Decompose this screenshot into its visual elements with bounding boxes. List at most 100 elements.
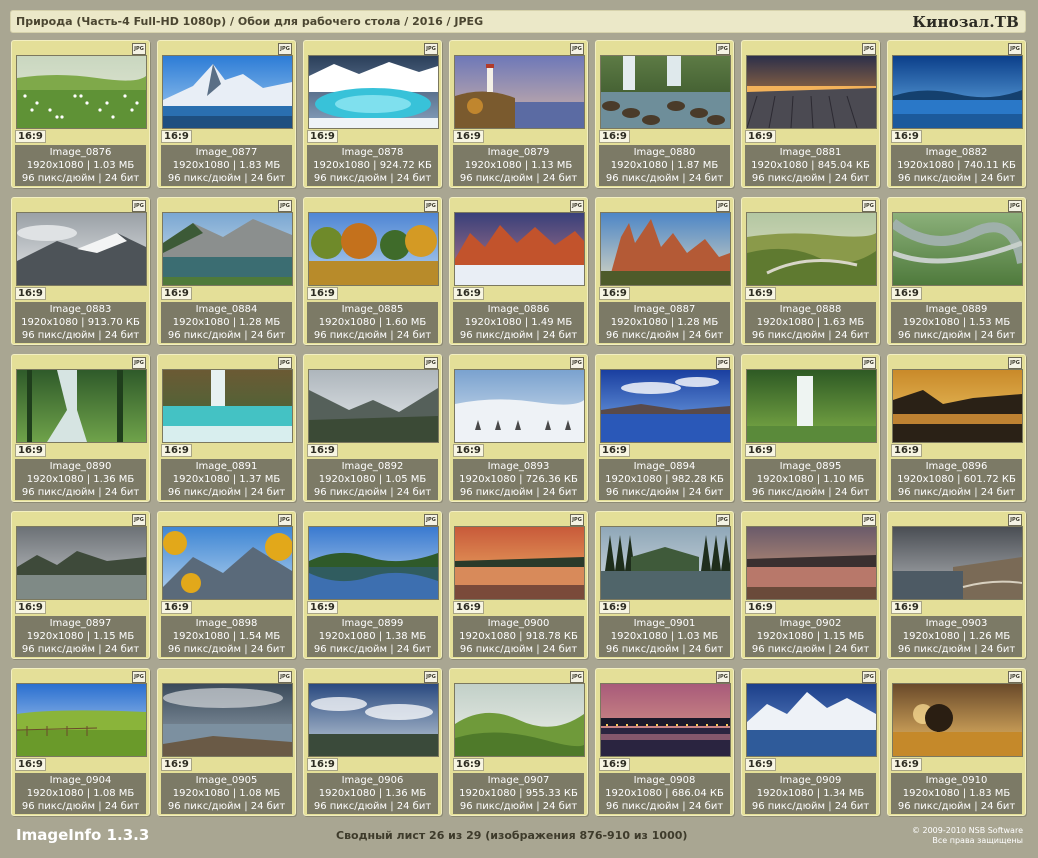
thumbnail-frame[interactable] — [308, 55, 439, 129]
thumbnail-frame[interactable] — [600, 526, 731, 600]
image-tile[interactable]: JPG 16:9 Image_0901 1920x1080 | 1.03 МБ … — [595, 511, 734, 659]
image-tile[interactable]: JPG 16:9 Image_0895 1920x1080 | 1.10 МБ … — [741, 354, 880, 502]
image-tile[interactable]: JPG 16:9 Image_0880 1920x1080 | 1.87 МБ … — [595, 40, 734, 188]
image-resolution-depth: 96 пикс/дюйм | 24 бит — [751, 644, 870, 655]
image-resolution-depth: 96 пикс/дюйм | 24 бит — [167, 330, 286, 341]
image-tile[interactable]: JPG 16:9 Image_0881 1920x1080 | 845.04 К… — [741, 40, 880, 188]
aspect-ratio-badge: 16:9 — [599, 287, 630, 300]
image-tile[interactable]: JPG 16:9 Image_0906 1920x1080 | 1.36 МБ … — [303, 668, 442, 816]
thumbnail-frame[interactable] — [16, 683, 147, 757]
thumbnail-frame[interactable] — [600, 212, 731, 286]
thumbnail-frame[interactable] — [746, 55, 877, 129]
image-tile[interactable]: JPG 16:9 Image_0903 1920x1080 | 1.26 МБ … — [887, 511, 1026, 659]
image-dimensions-size: 1920x1080 | 1.05 МБ — [318, 474, 427, 485]
thumbnail-frame[interactable] — [308, 526, 439, 600]
thumbnail-frame[interactable] — [16, 55, 147, 129]
image-tile[interactable]: JPG 16:9 Image_0908 1920x1080 | 686.04 К… — [595, 668, 734, 816]
image-tile[interactable]: JPG 16:9 Image_0892 1920x1080 | 1.05 МБ … — [303, 354, 442, 502]
thumbnail-frame[interactable] — [892, 212, 1023, 286]
image-resolution-depth: 96 пикс/дюйм | 24 бит — [897, 801, 1016, 812]
thumbnail-frame[interactable] — [162, 55, 293, 129]
image-tile[interactable]: JPG 16:9 Image_0902 1920x1080 | 1.15 МБ … — [741, 511, 880, 659]
image-resolution-depth: 96 пикс/дюйм | 24 бит — [897, 173, 1016, 184]
thumbnail-frame[interactable] — [600, 683, 731, 757]
thumbnail-image — [163, 56, 292, 128]
thumbnail-frame[interactable] — [454, 55, 585, 129]
thumbnail-image — [163, 684, 292, 756]
thumbnail-frame[interactable] — [162, 369, 293, 443]
image-tile[interactable]: JPG 16:9 Image_0898 1920x1080 | 1.54 МБ … — [157, 511, 296, 659]
aspect-ratio-badge: 16:9 — [891, 287, 922, 300]
aspect-ratio-badge: 16:9 — [453, 444, 484, 457]
image-tile[interactable]: JPG 16:9 Image_0876 1920x1080 | 1.03 МБ … — [11, 40, 150, 188]
thumbnail-frame[interactable] — [746, 526, 877, 600]
thumbnail-frame[interactable] — [308, 369, 439, 443]
image-tile[interactable]: JPG 16:9 Image_0885 1920x1080 | 1.60 МБ … — [303, 197, 442, 345]
image-tile[interactable]: JPG 16:9 Image_0893 1920x1080 | 726.36 К… — [449, 354, 588, 502]
aspect-ratio-badge: 16:9 — [15, 601, 46, 614]
thumbnail-frame[interactable] — [892, 526, 1023, 600]
thumbnail-frame[interactable] — [746, 683, 877, 757]
thumbnail-image — [163, 527, 292, 599]
image-info-panel: Image_0897 1920x1080 | 1.15 МБ 96 пикс/д… — [15, 616, 146, 657]
thumbnail-frame[interactable] — [162, 212, 293, 286]
thumbnail-image — [163, 370, 292, 442]
aspect-ratio-badge: 16:9 — [15, 287, 46, 300]
image-info-panel: Image_0902 1920x1080 | 1.15 МБ 96 пикс/д… — [745, 616, 876, 657]
image-tile[interactable]: JPG 16:9 Image_0891 1920x1080 | 1.37 МБ … — [157, 354, 296, 502]
image-tile[interactable]: JPG 16:9 Image_0879 1920x1080 | 1.13 МБ … — [449, 40, 588, 188]
thumbnail-frame[interactable] — [162, 526, 293, 600]
thumbnail-frame[interactable] — [308, 683, 439, 757]
thumbnail-frame[interactable] — [600, 369, 731, 443]
image-tile[interactable]: JPG 16:9 Image_0890 1920x1080 | 1.36 МБ … — [11, 354, 150, 502]
image-info-panel: Image_0910 1920x1080 | 1.83 МБ 96 пикс/д… — [891, 773, 1022, 814]
aspect-ratio-badge: 16:9 — [161, 130, 192, 143]
image-tile[interactable]: JPG 16:9 Image_0910 1920x1080 | 1.83 МБ … — [887, 668, 1026, 816]
image-tile[interactable]: JPG 16:9 Image_0894 1920x1080 | 982.28 К… — [595, 354, 734, 502]
image-dimensions-size: 1920x1080 | 1.53 МБ — [902, 317, 1011, 328]
image-tile[interactable]: JPG 16:9 Image_0907 1920x1080 | 955.33 К… — [449, 668, 588, 816]
thumbnail-frame[interactable] — [308, 212, 439, 286]
image-info-panel: Image_0898 1920x1080 | 1.54 МБ 96 пикс/д… — [161, 616, 292, 657]
aspect-ratio-badge: 16:9 — [161, 287, 192, 300]
image-tile[interactable]: JPG 16:9 Image_0896 1920x1080 | 601.72 К… — [887, 354, 1026, 502]
image-tile[interactable]: JPG 16:9 Image_0887 1920x1080 | 1.28 МБ … — [595, 197, 734, 345]
thumbnail-frame[interactable] — [600, 55, 731, 129]
aspect-ratio-badge: 16:9 — [745, 444, 776, 457]
image-tile[interactable]: JPG 16:9 Image_0882 1920x1080 | 740.11 К… — [887, 40, 1026, 188]
image-tile[interactable]: JPG 16:9 Image_0886 1920x1080 | 1.49 МБ … — [449, 197, 588, 345]
thumbnail-frame[interactable] — [16, 526, 147, 600]
thumbnail-frame[interactable] — [454, 683, 585, 757]
thumbnail-frame[interactable] — [746, 369, 877, 443]
image-tile[interactable]: JPG 16:9 Image_0899 1920x1080 | 1.38 МБ … — [303, 511, 442, 659]
image-dimensions-size: 1920x1080 | 1.34 МБ — [756, 788, 865, 799]
image-tile[interactable]: JPG 16:9 Image_0904 1920x1080 | 1.08 МБ … — [11, 668, 150, 816]
thumbnail-frame[interactable] — [746, 212, 877, 286]
image-dimensions-size: 1920x1080 | 1.36 МБ — [26, 474, 135, 485]
thumbnail-frame[interactable] — [162, 683, 293, 757]
image-tile[interactable]: JPG 16:9 Image_0889 1920x1080 | 1.53 МБ … — [887, 197, 1026, 345]
thumbnail-frame[interactable] — [892, 683, 1023, 757]
image-tile[interactable]: JPG 16:9 Image_0909 1920x1080 | 1.34 МБ … — [741, 668, 880, 816]
image-tile[interactable]: JPG 16:9 Image_0897 1920x1080 | 1.15 МБ … — [11, 511, 150, 659]
thumbnail-frame[interactable] — [892, 55, 1023, 129]
jpg-file-icon: JPG — [862, 671, 876, 683]
image-info-panel: Image_0896 1920x1080 | 601.72 КБ 96 пикс… — [891, 459, 1022, 500]
image-tile[interactable]: JPG 16:9 Image_0905 1920x1080 | 1.08 МБ … — [157, 668, 296, 816]
image-tile[interactable]: JPG 16:9 Image_0877 1920x1080 | 1.83 МБ … — [157, 40, 296, 188]
image-info-panel: Image_0903 1920x1080 | 1.26 МБ 96 пикс/д… — [891, 616, 1022, 657]
sheet-summary: Сводный лист 26 из 29 (изображения 876-9… — [336, 829, 688, 842]
thumbnail-frame[interactable] — [454, 526, 585, 600]
image-tile[interactable]: JPG 16:9 Image_0878 1920x1080 | 924.72 К… — [303, 40, 442, 188]
aspect-ratio-badge: 16:9 — [891, 758, 922, 771]
image-tile[interactable]: JPG 16:9 Image_0888 1920x1080 | 1.63 МБ … — [741, 197, 880, 345]
image-tile[interactable]: JPG 16:9 Image_0900 1920x1080 | 918.78 К… — [449, 511, 588, 659]
thumbnail-frame[interactable] — [454, 369, 585, 443]
image-dimensions-size: 1920x1080 | 1.36 МБ — [318, 788, 427, 799]
thumbnail-frame[interactable] — [16, 212, 147, 286]
thumbnail-frame[interactable] — [454, 212, 585, 286]
thumbnail-frame[interactable] — [16, 369, 147, 443]
image-tile[interactable]: JPG 16:9 Image_0884 1920x1080 | 1.28 МБ … — [157, 197, 296, 345]
image-tile[interactable]: JPG 16:9 Image_0883 1920x1080 | 913.70 К… — [11, 197, 150, 345]
thumbnail-frame[interactable] — [892, 369, 1023, 443]
